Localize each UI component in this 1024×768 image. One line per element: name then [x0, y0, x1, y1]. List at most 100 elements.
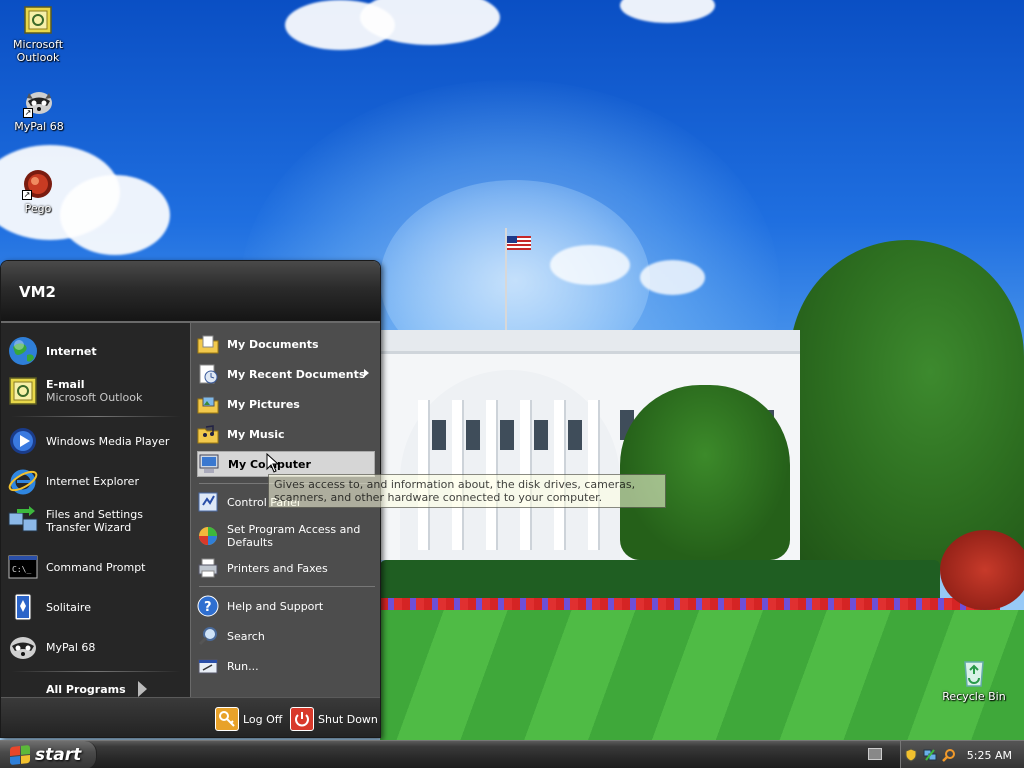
transfer-wizard-icon [7, 505, 39, 537]
mypal-raccoon-icon [7, 631, 39, 663]
my-computer-tooltip: Gives access to, and information about, … [268, 474, 666, 508]
desktop-icon-pego[interactable]: ↗ Pego [0, 168, 76, 215]
printer-icon [197, 557, 219, 579]
trees [790, 240, 1024, 570]
place-my-recent-documents[interactable]: My Recent Documents [197, 361, 375, 387]
solitaire-icon [7, 591, 39, 623]
log-off-button[interactable]: Log Off [215, 706, 282, 732]
search-tray-icon[interactable] [941, 748, 956, 762]
place-label: My Recent Documents [227, 367, 366, 381]
taskbar: start 5:25 AM [0, 740, 1024, 768]
place-label: Search [227, 629, 265, 643]
desktop-icon-mypal[interactable]: ↗ MyPal 68 [1, 86, 77, 133]
separator [199, 586, 375, 587]
command-prompt-icon: C:\_ [7, 551, 39, 583]
place-label: Set Program Access and Defaults [227, 523, 361, 549]
media-player-icon [7, 425, 39, 457]
recent-documents-icon [197, 363, 219, 385]
log-off-label: Log Off [243, 712, 283, 726]
place-label: Help and Support [227, 599, 324, 613]
start-item-internet-explorer[interactable]: Internet Explorer [7, 463, 187, 499]
place-printers-and-faxes[interactable]: Printers and Faxes [197, 555, 375, 581]
separator [11, 671, 181, 672]
start-item-mypal[interactable]: MyPal 68 [7, 629, 187, 665]
start-item-label: Windows Media Player [46, 434, 170, 448]
cloud [550, 245, 630, 285]
place-label: Run... [227, 659, 259, 673]
system-tray: 5:25 AM [900, 741, 1024, 768]
separator [11, 416, 181, 417]
internet-explorer-icon [7, 465, 39, 497]
outlook-icon [7, 375, 39, 407]
security-shield-icon[interactable] [904, 748, 918, 762]
keyboard-icon[interactable] [868, 748, 882, 760]
start-menu-programs-pane: Internet E-mail Microsoft Outlook Windows… [1, 323, 190, 697]
computer-icon [198, 453, 220, 475]
place-my-documents[interactable]: My Documents [197, 331, 375, 357]
shut-down-label: Shut Down [318, 712, 378, 726]
power-icon [290, 707, 314, 731]
svg-text:?: ? [204, 600, 212, 615]
right-arrow-icon [137, 681, 147, 697]
folder-documents-icon [197, 333, 219, 355]
globe-icon [7, 335, 39, 367]
mouse-cursor-icon [266, 453, 280, 473]
all-programs-button[interactable]: All Programs [46, 681, 147, 697]
start-item-label: Solitaire [46, 600, 91, 614]
windows-logo-icon [10, 744, 30, 766]
desktop-icon-label: MyPal 68 [14, 120, 64, 133]
cloud [620, 0, 715, 23]
place-label: My Music [227, 427, 285, 441]
start-menu-footer: Log Off Shut Down [1, 697, 380, 737]
clock[interactable]: 5:25 AM [967, 749, 1012, 762]
lawn [380, 610, 1024, 740]
start-item-internet[interactable]: Internet [7, 333, 187, 369]
cloud [60, 175, 170, 255]
place-my-pictures[interactable]: My Pictures [197, 391, 375, 417]
desktop-icon-label: Pego [24, 202, 52, 215]
start-item-label: Files and Settings Transfer Wizard [46, 508, 143, 534]
start-item-solitaire[interactable]: Solitaire [7, 589, 187, 625]
us-flag [507, 236, 531, 250]
place-program-access[interactable]: Set Program Access and Defaults [197, 519, 375, 553]
start-item-email[interactable]: E-mail Microsoft Outlook [7, 373, 187, 409]
start-item-label: Internet Explorer [46, 474, 139, 488]
pego-icon: ↗ [22, 168, 54, 200]
outlook-icon [22, 4, 54, 36]
all-programs-label: All Programs [46, 682, 126, 696]
search-icon [197, 625, 219, 647]
tree [620, 385, 790, 560]
mypal-raccoon-icon: ↗ [23, 86, 55, 118]
program-access-icon [197, 525, 219, 547]
cloud [640, 260, 705, 295]
network-icon[interactable] [923, 748, 937, 762]
control-panel-icon [197, 491, 219, 513]
submenu-arrow-icon [364, 369, 369, 377]
desktop-icon-recycle-bin[interactable]: Recycle Bin [936, 656, 1012, 703]
desktop-icon-label: Recycle Bin [942, 690, 1006, 703]
start-item-label: MyPal 68 [46, 640, 96, 654]
start-item-transfer-wizard[interactable]: Files and Settings Transfer Wizard [7, 503, 187, 539]
place-help-and-support[interactable]: ? Help and Support [197, 593, 375, 619]
hedge [380, 560, 940, 600]
start-label: start [35, 745, 82, 765]
folder-music-icon [197, 423, 219, 445]
start-menu-user-name: VM2 [1, 261, 380, 323]
run-icon [197, 655, 219, 677]
place-label: My Documents [227, 337, 319, 351]
start-item-windows-media-player[interactable]: Windows Media Player [7, 423, 187, 459]
start-button[interactable]: start [0, 741, 97, 768]
place-label: Printers and Faxes [227, 561, 328, 575]
place-my-music[interactable]: My Music [197, 421, 375, 447]
desktop-icon-outlook[interactable]: Microsoft Outlook [0, 4, 76, 64]
place-label: My Pictures [227, 397, 300, 411]
place-search[interactable]: Search [197, 623, 375, 649]
start-item-command-prompt[interactable]: C:\_ Command Prompt [7, 549, 187, 585]
shut-down-button[interactable]: Shut Down [290, 706, 378, 732]
flower-bed [380, 598, 1000, 610]
start-item-label: Command Prompt [46, 560, 146, 574]
folder-pictures-icon [197, 393, 219, 415]
start-menu-places-pane: My Documents My Recent Documents My Pict… [190, 323, 380, 697]
start-item-sublabel: Microsoft Outlook [46, 391, 143, 404]
place-run[interactable]: Run... [197, 653, 375, 679]
